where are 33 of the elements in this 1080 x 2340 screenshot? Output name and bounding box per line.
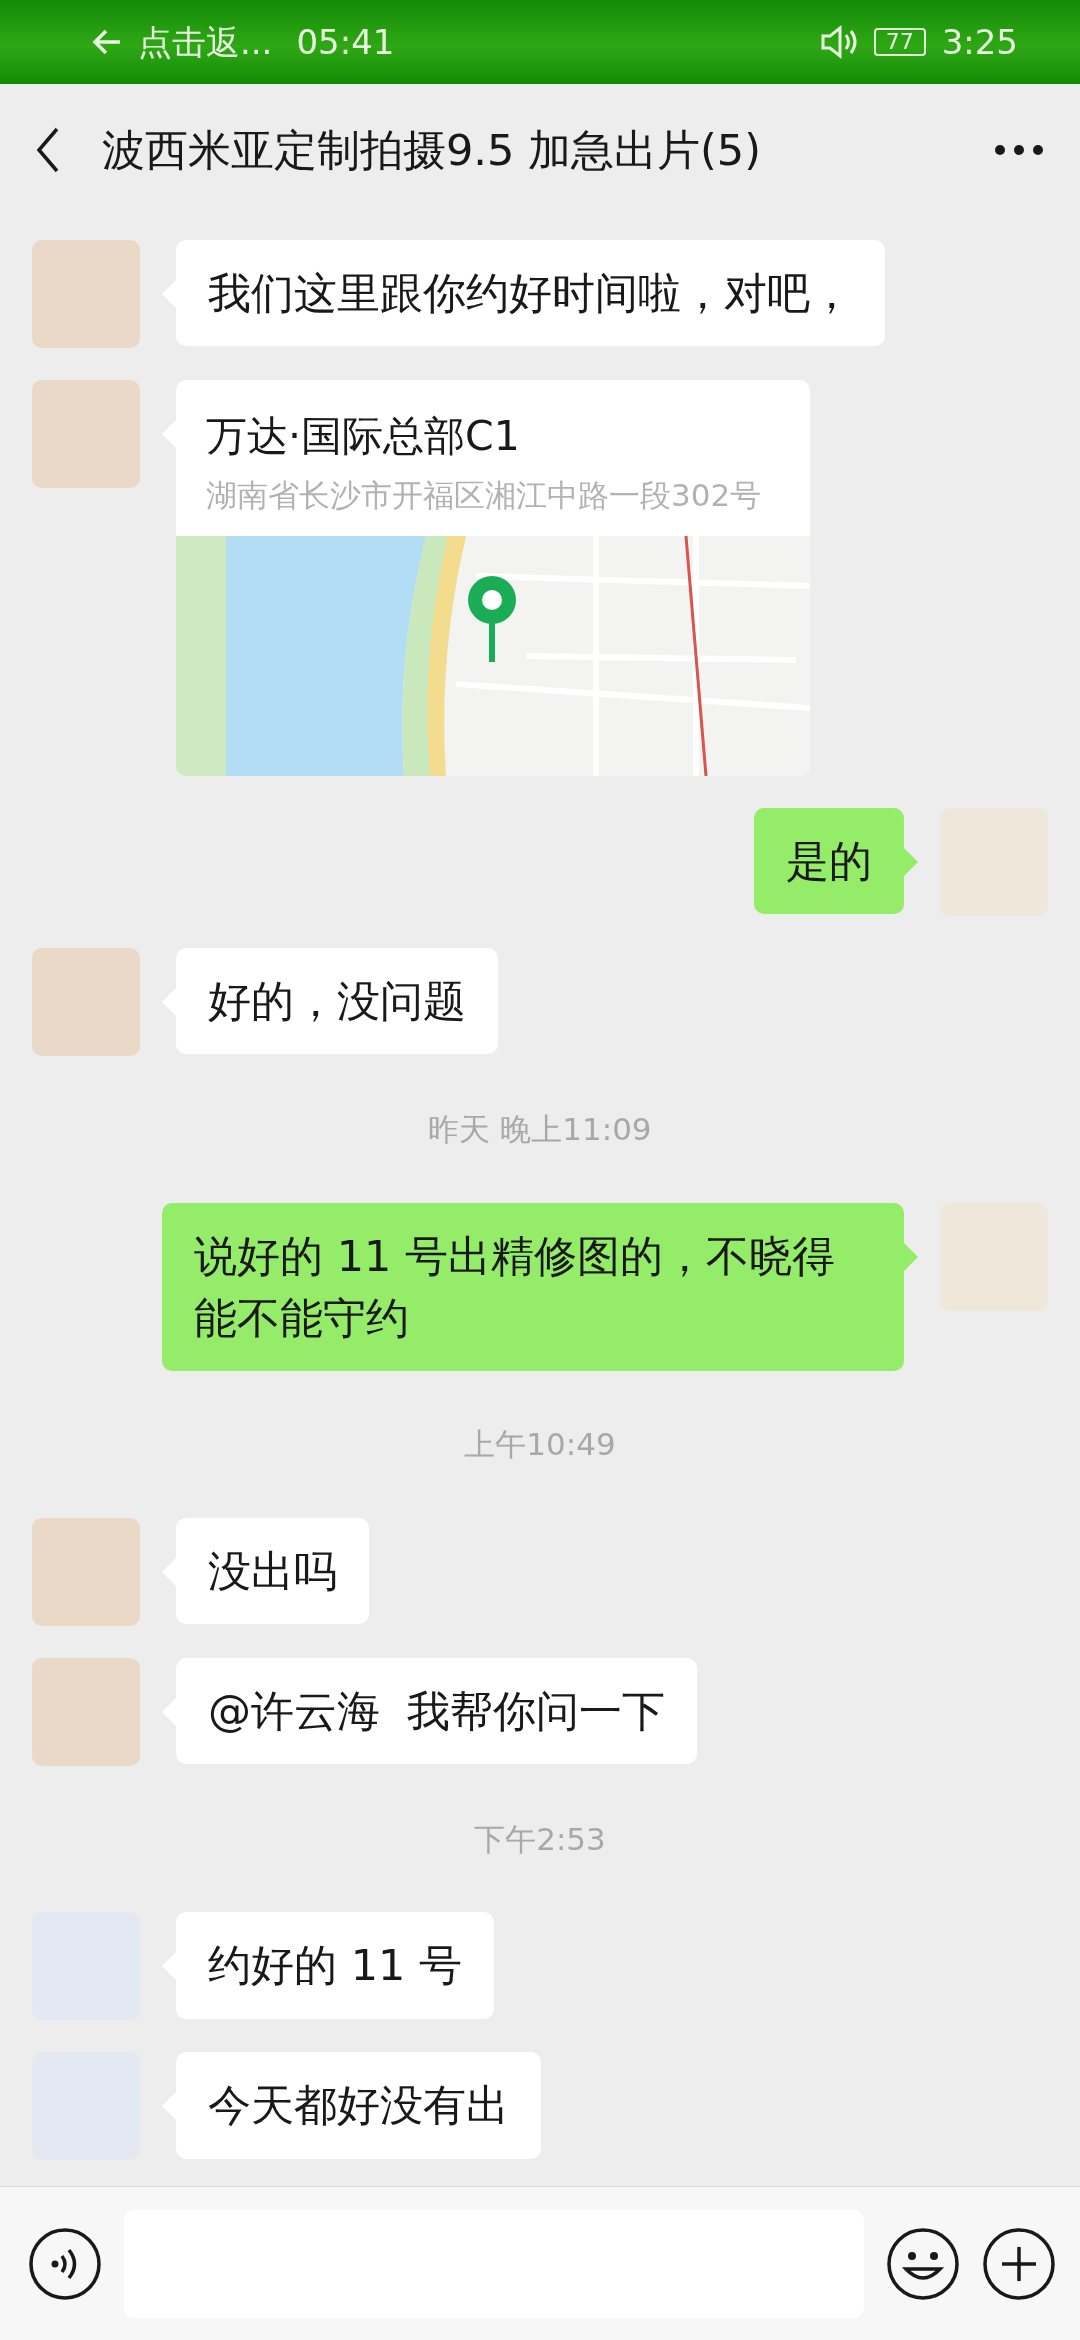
chat-title: 波西米亚定制拍摄9.5 加急出片(5)	[102, 123, 762, 177]
battery-indicator: 77	[873, 28, 926, 56]
message-bubble: 约好的 11 号	[176, 1912, 495, 2019]
avatar-image[interactable]	[32, 240, 140, 348]
message-bubble: 没出吗	[176, 1517, 369, 1625]
location-name: 万达·国际总部C1	[205, 411, 521, 462]
location-card[interactable]: 万达·国际总部C1 湖南省长沙市开福区湘江中路一段302号	[176, 380, 810, 776]
message-bubble: 今天都好没有出	[176, 2052, 541, 2159]
map-image[interactable]	[176, 536, 810, 776]
more-icon[interactable]	[994, 144, 1044, 156]
message-bubble: 是的	[754, 808, 904, 915]
plus-icon[interactable]	[982, 2226, 1056, 2301]
back-icon[interactable]	[36, 127, 60, 173]
bubble-tail	[904, 848, 918, 876]
avatar-image[interactable]	[32, 1517, 140, 1626]
status-time: 3:25	[941, 20, 1018, 64]
avatar-image[interactable]	[32, 1657, 140, 1766]
avatar-image[interactable]	[32, 948, 140, 1056]
message-bubble: 我们这里跟你约好时间啦，对吧，	[176, 240, 885, 347]
message-bubble: @许云海 我帮你问一下	[176, 1657, 698, 1765]
timestamp: 昨天 晚上11:09	[428, 1110, 652, 1149]
call-timer: 05:41	[296, 20, 395, 64]
emoji-icon[interactable]	[886, 2226, 960, 2301]
back-arrow-icon[interactable]	[92, 28, 122, 56]
timestamp: 上午10:49	[464, 1425, 616, 1465]
timestamp: 下午2:53	[474, 1819, 606, 1859]
location-address: 湖南省长沙市开福区湘江中路一段302号	[205, 475, 763, 515]
speaker-icon	[819, 24, 858, 60]
voice-input-icon[interactable]	[28, 2226, 102, 2301]
message-bubble: 好的，没问题	[176, 948, 498, 1055]
message-bubble: 说好的 11 号出精修图的，不晓得能不能守约	[162, 1202, 904, 1372]
bubble-tail	[904, 1242, 918, 1271]
avatar-image[interactable]	[32, 380, 140, 488]
